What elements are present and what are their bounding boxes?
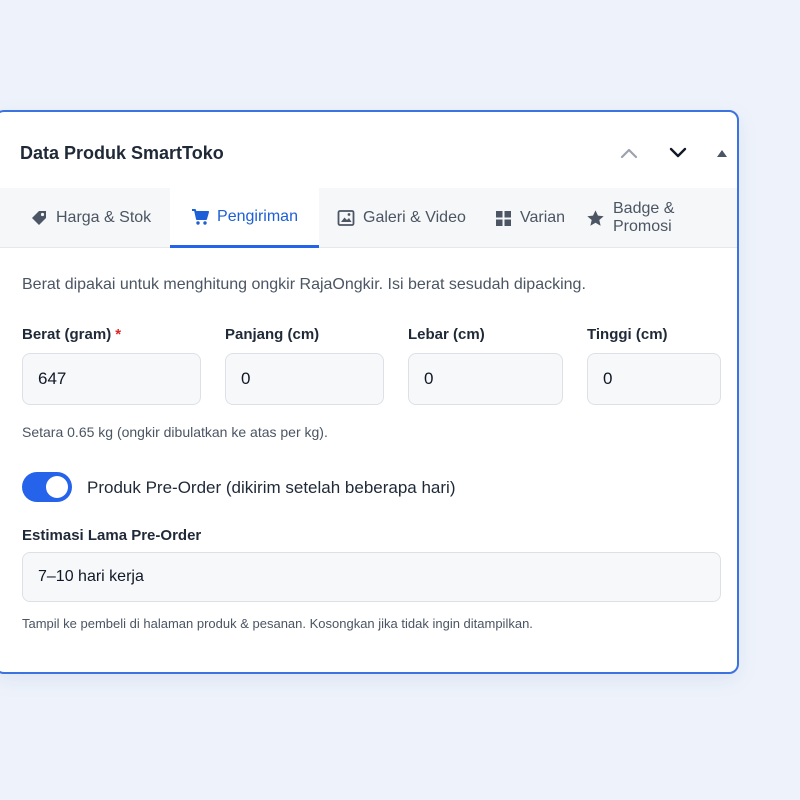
tab-harga-stok[interactable]: Harga & Stok bbox=[30, 188, 151, 248]
preorder-label: Produk Pre-Order (dikirim setelah bebera… bbox=[87, 478, 456, 497]
toggle-knob bbox=[46, 476, 68, 498]
height-label: Tinggi (cm) bbox=[587, 326, 668, 343]
tab-bar: Harga & Stok Pengiriman Galeri & Video V… bbox=[0, 188, 737, 248]
tab-varian[interactable]: Varian bbox=[495, 188, 565, 248]
tag-icon bbox=[32, 211, 46, 225]
move-up-button[interactable] bbox=[616, 140, 642, 166]
tab-badge-promosi[interactable]: Badge & Promosi bbox=[586, 188, 737, 248]
preorder-estimate-hint: Tampil ke pembeli di halaman produk & pe… bbox=[22, 616, 533, 631]
cart-icon bbox=[192, 208, 210, 225]
preorder-estimate-label: Estimasi Lama Pre-Order bbox=[22, 527, 202, 544]
tab-label: Pengiriman bbox=[217, 207, 298, 225]
panel-title: Data Produk SmartToko bbox=[20, 143, 224, 163]
width-input[interactable]: 0 bbox=[408, 353, 563, 405]
length-label: Panjang (cm) bbox=[225, 326, 320, 343]
width-label: Lebar (cm) bbox=[408, 326, 485, 343]
preorder-toggle[interactable] bbox=[22, 472, 72, 502]
height-input[interactable]: 0 bbox=[587, 353, 721, 405]
tab-label: Badge & Promosi bbox=[613, 200, 675, 235]
triangle-up-icon bbox=[717, 150, 727, 157]
weight-label: Berat (gram) * bbox=[22, 326, 121, 343]
image-icon bbox=[337, 210, 355, 226]
chevron-up-icon bbox=[620, 148, 638, 159]
grid-icon bbox=[496, 210, 511, 226]
product-data-panel: Data Produk SmartToko Harga & Stok Pengi… bbox=[0, 110, 739, 674]
weight-label-text: Berat (gram) bbox=[22, 326, 112, 343]
panel-header: Data Produk SmartToko bbox=[0, 112, 737, 188]
length-input[interactable]: 0 bbox=[225, 353, 384, 405]
tab-pengiriman[interactable]: Pengiriman bbox=[170, 188, 319, 248]
required-mark: * bbox=[115, 326, 122, 343]
tab-galeri-video[interactable]: Galeri & Video bbox=[337, 188, 466, 248]
tab-label: Varian bbox=[520, 209, 566, 226]
move-down-button[interactable] bbox=[665, 140, 691, 166]
chevron-down-icon bbox=[669, 147, 687, 158]
collapse-panel-button[interactable] bbox=[709, 140, 735, 166]
tab-label: Harga & Stok bbox=[56, 209, 152, 226]
preorder-estimate-input[interactable]: 7–10 hari kerja bbox=[22, 552, 721, 602]
weight-input[interactable]: 647 bbox=[22, 353, 201, 405]
shipping-description: Berat dipakai untuk menghitung ongkir Ra… bbox=[22, 276, 586, 293]
tab-label: Galeri & Video bbox=[363, 209, 466, 226]
star-icon bbox=[587, 209, 604, 226]
weight-hint: Setara 0.65 kg (ongkir dibulatkan ke ata… bbox=[22, 424, 328, 440]
